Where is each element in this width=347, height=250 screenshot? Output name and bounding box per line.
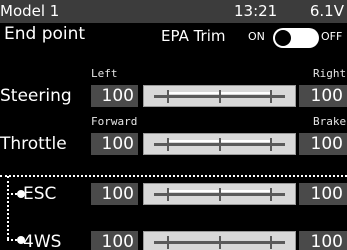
steering-right-label: Right bbox=[313, 67, 347, 80]
right-end-mark bbox=[270, 90, 272, 103]
steering-endpoint-bar bbox=[143, 85, 296, 107]
toggle-knob bbox=[275, 30, 291, 46]
switch-on-label: ON bbox=[248, 30, 265, 43]
clock: 13:21 bbox=[234, 2, 278, 20]
epa-trim-toggle[interactable] bbox=[273, 28, 319, 48]
screen-title: End point bbox=[4, 24, 86, 44]
esc-label: ESC bbox=[23, 184, 57, 204]
throttle-endpoint-bar bbox=[143, 133, 296, 155]
right-end-mark bbox=[270, 236, 272, 249]
left-travel-highlight bbox=[169, 190, 219, 192]
4ws-right-value[interactable]: 100 bbox=[299, 231, 347, 250]
steering-label: Steering bbox=[0, 86, 72, 106]
center-mark bbox=[219, 236, 221, 249]
right-travel-highlight bbox=[221, 190, 270, 192]
steering-right-value[interactable]: 100 bbox=[299, 85, 347, 107]
right-end-mark bbox=[270, 138, 272, 151]
left-travel-highlight bbox=[169, 92, 219, 94]
model-name: Model 1 bbox=[0, 2, 60, 20]
throttle-label: Throttle bbox=[0, 134, 67, 154]
esc-left-value[interactable]: 100 bbox=[91, 183, 138, 205]
status-bar: Model 1 13:21 6.1V bbox=[0, 0, 347, 23]
right-travel-highlight bbox=[221, 92, 270, 94]
4ws-label: 4WS bbox=[23, 232, 62, 250]
left-travel-highlight bbox=[169, 140, 219, 142]
right-end-mark bbox=[270, 188, 272, 201]
epa-trim-label: EPA Trim bbox=[161, 27, 226, 45]
left-end-mark bbox=[167, 236, 169, 249]
4ws-link-dot bbox=[17, 236, 25, 244]
throttle-brake-label: Brake bbox=[313, 115, 347, 128]
throttle-forward-label: Forward bbox=[91, 115, 138, 128]
steering-left-label: Left bbox=[91, 67, 118, 80]
steering-left-value[interactable]: 100 bbox=[91, 85, 138, 107]
throttle-brake-value[interactable]: 100 bbox=[299, 133, 347, 155]
section-separator bbox=[0, 175, 347, 177]
esc-right-value[interactable]: 100 bbox=[299, 183, 347, 205]
4ws-endpoint-bar bbox=[143, 231, 296, 250]
switch-off-label: OFF bbox=[321, 30, 343, 43]
4ws-left-value[interactable]: 100 bbox=[91, 231, 138, 250]
guide-line bbox=[7, 176, 9, 239]
throttle-forward-value[interactable]: 100 bbox=[91, 133, 138, 155]
right-travel-highlight bbox=[221, 140, 270, 142]
esc-endpoint-bar bbox=[143, 183, 296, 205]
esc-link-dot bbox=[17, 190, 25, 198]
battery-voltage: 6.1V bbox=[309, 2, 344, 20]
